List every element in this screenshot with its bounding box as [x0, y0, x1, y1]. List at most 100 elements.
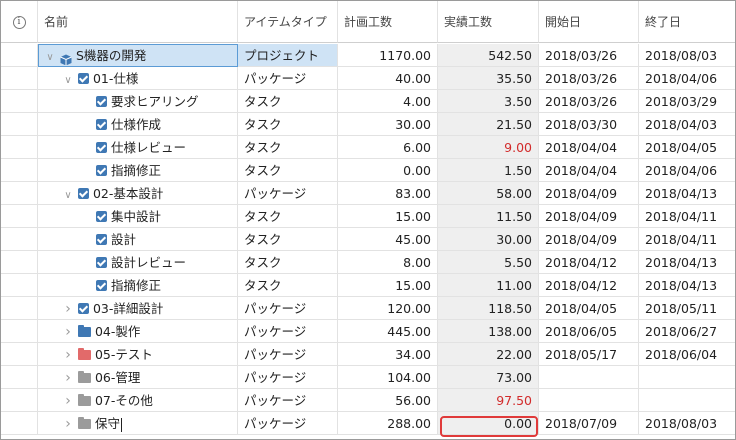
item-type-cell[interactable]: パッケージ	[238, 67, 338, 90]
planned-hours-cell[interactable]: 83.00	[338, 182, 438, 205]
planned-hours-cell[interactable]: 0.00	[338, 159, 438, 182]
item-type-cell[interactable]: パッケージ	[238, 366, 338, 389]
name-cell[interactable]: 仕様作成	[38, 113, 238, 136]
actual-hours-cell[interactable]: 5.50	[438, 251, 539, 274]
table-row[interactable]: › 04-製作 パッケージ 445.00 138.00 2018/06/05 2018/0…	[1, 320, 735, 343]
name-cell[interactable]: ∨ S機器の開発	[38, 44, 238, 67]
actual-hours-cell[interactable]: 21.50	[438, 113, 539, 136]
item-type-cell[interactable]: タスク	[238, 251, 338, 274]
name-cell[interactable]: 設計	[38, 228, 238, 251]
name-cell[interactable]: 設計レビュー	[38, 251, 238, 274]
column-header-name[interactable]: 名前	[38, 1, 238, 43]
end-date-cell[interactable]	[639, 366, 735, 389]
end-date-cell[interactable]: 2018/04/11	[639, 228, 735, 251]
item-type-cell[interactable]: タスク	[238, 228, 338, 251]
column-header-actual-hours[interactable]: 実績工数	[438, 1, 539, 43]
start-date-cell[interactable]: 2018/04/09	[539, 182, 639, 205]
actual-hours-cell[interactable]: 58.00	[438, 182, 539, 205]
planned-hours-cell[interactable]: 6.00	[338, 136, 438, 159]
planned-hours-cell[interactable]: 120.00	[338, 297, 438, 320]
item-type-cell[interactable]: パッケージ	[238, 412, 338, 435]
item-type-cell[interactable]: タスク	[238, 159, 338, 182]
row-header-cell[interactable]	[1, 90, 38, 113]
item-type-cell[interactable]: タスク	[238, 113, 338, 136]
planned-hours-cell[interactable]: 15.00	[338, 274, 438, 297]
name-cell[interactable]: ∨ 02-基本設計	[38, 182, 238, 205]
planned-hours-cell[interactable]: 288.00	[338, 412, 438, 435]
start-date-cell[interactable]: 2018/03/30	[539, 113, 639, 136]
name-cell[interactable]: › 03-詳細設計	[38, 297, 238, 320]
start-date-cell[interactable]: 2018/04/09	[539, 228, 639, 251]
chevron-right-icon[interactable]: ›	[62, 321, 74, 342]
start-date-cell[interactable]: 2018/03/26	[539, 44, 639, 67]
actual-hours-cell[interactable]: 542.50	[438, 44, 539, 67]
name-cell[interactable]: › 保守	[38, 412, 238, 435]
row-header-cell[interactable]	[1, 274, 38, 297]
actual-hours-cell[interactable]: 1.50	[438, 159, 539, 182]
item-type-cell[interactable]: プロジェクト	[238, 44, 338, 67]
actual-hours-cell[interactable]: 35.50	[438, 67, 539, 90]
table-row[interactable]: 仕様レビュー タスク 6.00 9.00 2018/04/04 2018/04/05	[1, 136, 735, 159]
name-cell[interactable]: 仕様レビュー	[38, 136, 238, 159]
start-date-cell[interactable]: 2018/03/26	[539, 90, 639, 113]
actual-hours-cell[interactable]: 118.50	[438, 297, 539, 320]
planned-hours-cell[interactable]: 445.00	[338, 320, 438, 343]
column-header-start-date[interactable]: 開始日	[539, 1, 639, 43]
table-row[interactable]: ∨ 02-基本設計 パッケージ 83.00 58.00 2018/04/09 2018/0…	[1, 182, 735, 205]
start-date-cell[interactable]	[539, 389, 639, 412]
column-header-info[interactable]: i	[1, 1, 38, 43]
row-header-cell[interactable]	[1, 366, 38, 389]
table-row[interactable]: › 07-その他 パッケージ 56.00 97.50	[1, 389, 735, 412]
row-header-cell[interactable]	[1, 159, 38, 182]
row-header-cell[interactable]	[1, 136, 38, 159]
item-type-cell[interactable]: パッケージ	[238, 297, 338, 320]
start-date-cell[interactable]: 2018/06/05	[539, 320, 639, 343]
start-date-cell[interactable]: 2018/04/04	[539, 136, 639, 159]
name-cell[interactable]: 要求ヒアリング	[38, 90, 238, 113]
end-date-cell[interactable]: 2018/04/06	[639, 67, 735, 90]
row-header-cell[interactable]	[1, 297, 38, 320]
table-row[interactable]: 設計 タスク 45.00 30.00 2018/04/09 2018/04/11	[1, 228, 735, 251]
column-header-item-type[interactable]: アイテムタイプ	[238, 1, 338, 43]
end-date-cell[interactable]: 2018/04/06	[639, 159, 735, 182]
chevron-right-icon[interactable]: ›	[62, 390, 74, 411]
end-date-cell[interactable]: 2018/04/13	[639, 182, 735, 205]
table-row[interactable]: 要求ヒアリング タスク 4.00 3.50 2018/03/26 2018/03/29	[1, 90, 735, 113]
start-date-cell[interactable]: 2018/03/26	[539, 67, 639, 90]
planned-hours-cell[interactable]: 15.00	[338, 205, 438, 228]
start-date-cell[interactable]: 2018/04/04	[539, 159, 639, 182]
chevron-right-icon[interactable]: ›	[62, 413, 74, 434]
row-header-cell[interactable]	[1, 412, 38, 435]
row-header-cell[interactable]	[1, 389, 38, 412]
start-date-cell[interactable]: 2018/04/05	[539, 297, 639, 320]
end-date-cell[interactable]: 2018/04/13	[639, 274, 735, 297]
table-row[interactable]: ∨ 01-仕様 パッケージ 40.00 35.50 2018/03/26 2018/04/…	[1, 67, 735, 90]
name-cell[interactable]: 指摘修正	[38, 159, 238, 182]
actual-hours-cell[interactable]: 30.00	[438, 228, 539, 251]
start-date-cell[interactable]	[539, 366, 639, 389]
chevron-down-icon[interactable]: ∨	[44, 46, 56, 66]
planned-hours-cell[interactable]: 40.00	[338, 67, 438, 90]
start-date-cell[interactable]: 2018/04/12	[539, 274, 639, 297]
end-date-cell[interactable]: 2018/03/29	[639, 90, 735, 113]
planned-hours-cell[interactable]: 56.00	[338, 389, 438, 412]
item-type-cell[interactable]: パッケージ	[238, 182, 338, 205]
actual-hours-cell[interactable]: 0.00	[438, 412, 539, 435]
actual-hours-cell[interactable]: 3.50	[438, 90, 539, 113]
row-header-cell[interactable]	[1, 343, 38, 366]
table-row[interactable]: 仕様作成 タスク 30.00 21.50 2018/03/30 2018/04/03	[1, 113, 735, 136]
start-date-cell[interactable]: 2018/05/17	[539, 343, 639, 366]
planned-hours-cell[interactable]: 45.00	[338, 228, 438, 251]
name-cell[interactable]: › 05-テスト	[38, 343, 238, 366]
actual-hours-cell[interactable]: 97.50	[438, 389, 539, 412]
end-date-cell[interactable]	[639, 389, 735, 412]
name-cell[interactable]: 指摘修正	[38, 274, 238, 297]
planned-hours-cell[interactable]: 1170.00	[338, 44, 438, 67]
table-row[interactable]: 指摘修正 タスク 15.00 11.00 2018/04/12 2018/04/13	[1, 274, 735, 297]
name-cell[interactable]: › 04-製作	[38, 320, 238, 343]
item-type-cell[interactable]: パッケージ	[238, 389, 338, 412]
table-row[interactable]: › 05-テスト パッケージ 34.00 22.00 2018/05/17 2018/06…	[1, 343, 735, 366]
name-cell[interactable]: › 06-管理	[38, 366, 238, 389]
end-date-cell[interactable]: 2018/05/11	[639, 297, 735, 320]
end-date-cell[interactable]: 2018/04/05	[639, 136, 735, 159]
